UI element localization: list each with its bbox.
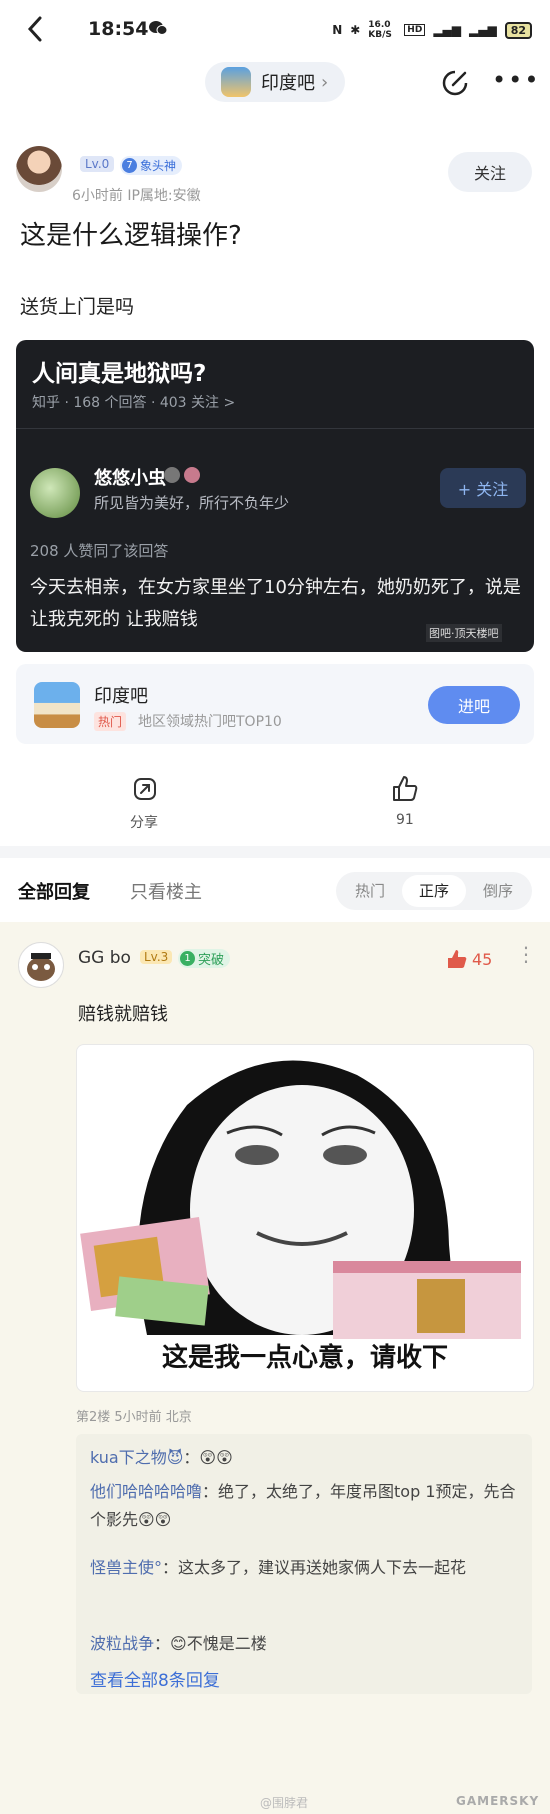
share-icon[interactable] (132, 776, 158, 802)
wechat-icon (149, 21, 168, 35)
thumbs-up-icon[interactable] (390, 774, 420, 804)
back-icon[interactable] (22, 12, 50, 46)
reply-username[interactable]: GG bo (78, 948, 131, 968)
sort-asc[interactable]: 正序 (402, 875, 466, 907)
embed-follow-button: + 关注 (440, 468, 526, 508)
section-divider (0, 846, 550, 858)
status-bar: 18:54 N ✱ 16.0 KB/S HD ▂▄▆ ▂▄▆ 82 (0, 0, 550, 58)
net-speed: 16.0 KB/S (368, 20, 392, 40)
reply-like-count: 45 (472, 950, 493, 969)
sub-reply-text: ：😊不愧是二楼 (154, 1634, 267, 1653)
sub-reply: 怪兽主使°：这太多了，建议再送她家俩人下去一起花 (90, 1554, 520, 1582)
embed-agree-count: 208 人赞同了该回答 (30, 542, 169, 560)
badge-icon (164, 467, 180, 483)
level-badge: Lv.0 (80, 156, 115, 172)
weibo-watermark: @围脖君 (260, 1796, 309, 1810)
verified-icon (184, 467, 200, 483)
divider (16, 428, 534, 429)
sub-reply-text: ：😲😲 (183, 1448, 233, 1467)
embed-watermark: 图吧·顶天楼吧 (426, 624, 502, 642)
rank-number: 7 (122, 158, 137, 173)
forum-pill-name: 印度吧 (261, 73, 315, 94)
hot-tag: 热门 (94, 712, 127, 731)
reply-rank-title: 突破 (198, 953, 225, 968)
sub-reply-text: ：这太多了，建议再送她家俩人下去一起花 (162, 1558, 467, 1577)
floor-meta: 第2楼 5小时前 北京 (76, 1410, 192, 1425)
more-icon[interactable]: ••• (492, 66, 540, 94)
embed-stats: 知乎 · 168 个回答 · 403 关注 > (32, 395, 236, 411)
reply-rank-badge: 1 突破 (178, 949, 231, 968)
embedded-screenshot[interactable]: 人间真是地狱吗? 知乎 · 168 个回答 · 403 关注 > 悠悠小虫 所见… (16, 340, 534, 652)
reply-item: GG bo Lv.3 1 突破 45 ⋮ 赔钱就赔钱 这是我一点心意，请收下 第… (0, 922, 550, 1814)
sub-reply: kua下之物😈：😲😲 (90, 1444, 520, 1472)
reply-level-badge: Lv.3 (140, 950, 173, 964)
post-title: 这是什么逻辑操作? (20, 221, 242, 251)
reply-more-icon[interactable]: ⋮ (516, 942, 536, 966)
post-meta: 6小时前 IP属地:安徽 (72, 188, 201, 204)
reply-rank-number: 1 (180, 951, 195, 966)
author-avatar[interactable] (16, 146, 62, 192)
sort-toggle: 热门 正序 倒序 (336, 872, 532, 910)
chevron-right-icon: › (321, 71, 329, 93)
meme-image[interactable]: 这是我一点心意，请收下 (76, 1044, 534, 1392)
hd-icon: HD (404, 24, 426, 36)
embed-author: 悠悠小虫 (94, 468, 166, 489)
embed-author-avatar (30, 468, 80, 518)
rank-badge: 7 象头神 (120, 156, 183, 175)
forum-card[interactable]: 印度吧 热门 地区领域热门吧TOP10 进吧 (16, 664, 534, 744)
nfc-icon: N (332, 23, 343, 37)
sub-reply-user[interactable]: kua下之物😈 (90, 1448, 183, 1467)
forum-thumbnail (221, 67, 251, 97)
forum-card-desc: 地区领域热门吧TOP10 (138, 714, 282, 730)
sub-reply-user[interactable]: 怪兽主使° (90, 1558, 162, 1577)
reply-text: 赔钱就赔钱 (78, 1004, 168, 1025)
forum-card-name: 印度吧 (94, 686, 148, 707)
embed-title: 人间真是地狱吗? (32, 361, 207, 387)
tab-all-replies[interactable]: 全部回复 (18, 878, 90, 904)
sub-reply-box[interactable]: kua下之物😈：😲😲 他们哈哈哈哈噜：绝了，太绝了，年度吊图top 1预定，先合… (76, 1434, 532, 1694)
status-time: 18:54 (88, 18, 149, 40)
sort-hot[interactable]: 热门 (338, 872, 402, 910)
thumbs-up-filled-icon[interactable] (446, 948, 468, 970)
post-body: 送货上门是吗 (20, 296, 135, 318)
embed-author-badges (164, 467, 200, 483)
signal-4g-icon: ▂▄▆ (469, 23, 497, 37)
site-watermark: GAMERSKY (456, 1794, 540, 1808)
bluetooth-icon: ✱ (350, 23, 361, 37)
like-count: 91 (396, 812, 414, 828)
battery-icon: 82 (504, 21, 532, 39)
share-label: 分享 (130, 815, 158, 831)
rank-title: 象头神 (140, 159, 177, 173)
forum-pill[interactable]: 印度吧 › (205, 62, 345, 102)
reply-avatar[interactable] (18, 942, 64, 988)
view-all-replies-link[interactable]: 查看全部8条回复 (90, 1666, 220, 1691)
sub-reply-user[interactable]: 波粒战争 (90, 1634, 154, 1653)
forum-card-thumbnail (34, 682, 80, 728)
edit-icon[interactable] (440, 68, 470, 98)
meme-caption: 这是我一点心意，请收下 (161, 1343, 448, 1373)
embed-signature: 所见皆为美好，所行不负年少 (94, 494, 290, 512)
follow-button[interactable]: 关注 (448, 152, 532, 192)
sub-reply: 波粒战争：😊不愧是二楼 (90, 1630, 520, 1658)
sub-reply-user[interactable]: 他们哈哈哈哈噜 (90, 1482, 202, 1501)
sort-desc[interactable]: 倒序 (466, 872, 530, 910)
enter-forum-button[interactable]: 进吧 (428, 686, 520, 724)
tab-op-only[interactable]: 只看楼主 (130, 878, 202, 904)
sub-reply: 他们哈哈哈哈噜：绝了，太绝了，年度吊图top 1预定，先合个影先😲😲 (90, 1478, 520, 1534)
signal-icon: ▂▄▆ (433, 23, 461, 37)
system-icons: N ✱ 16.0 KB/S HD ▂▄▆ ▂▄▆ 82 (332, 20, 532, 40)
